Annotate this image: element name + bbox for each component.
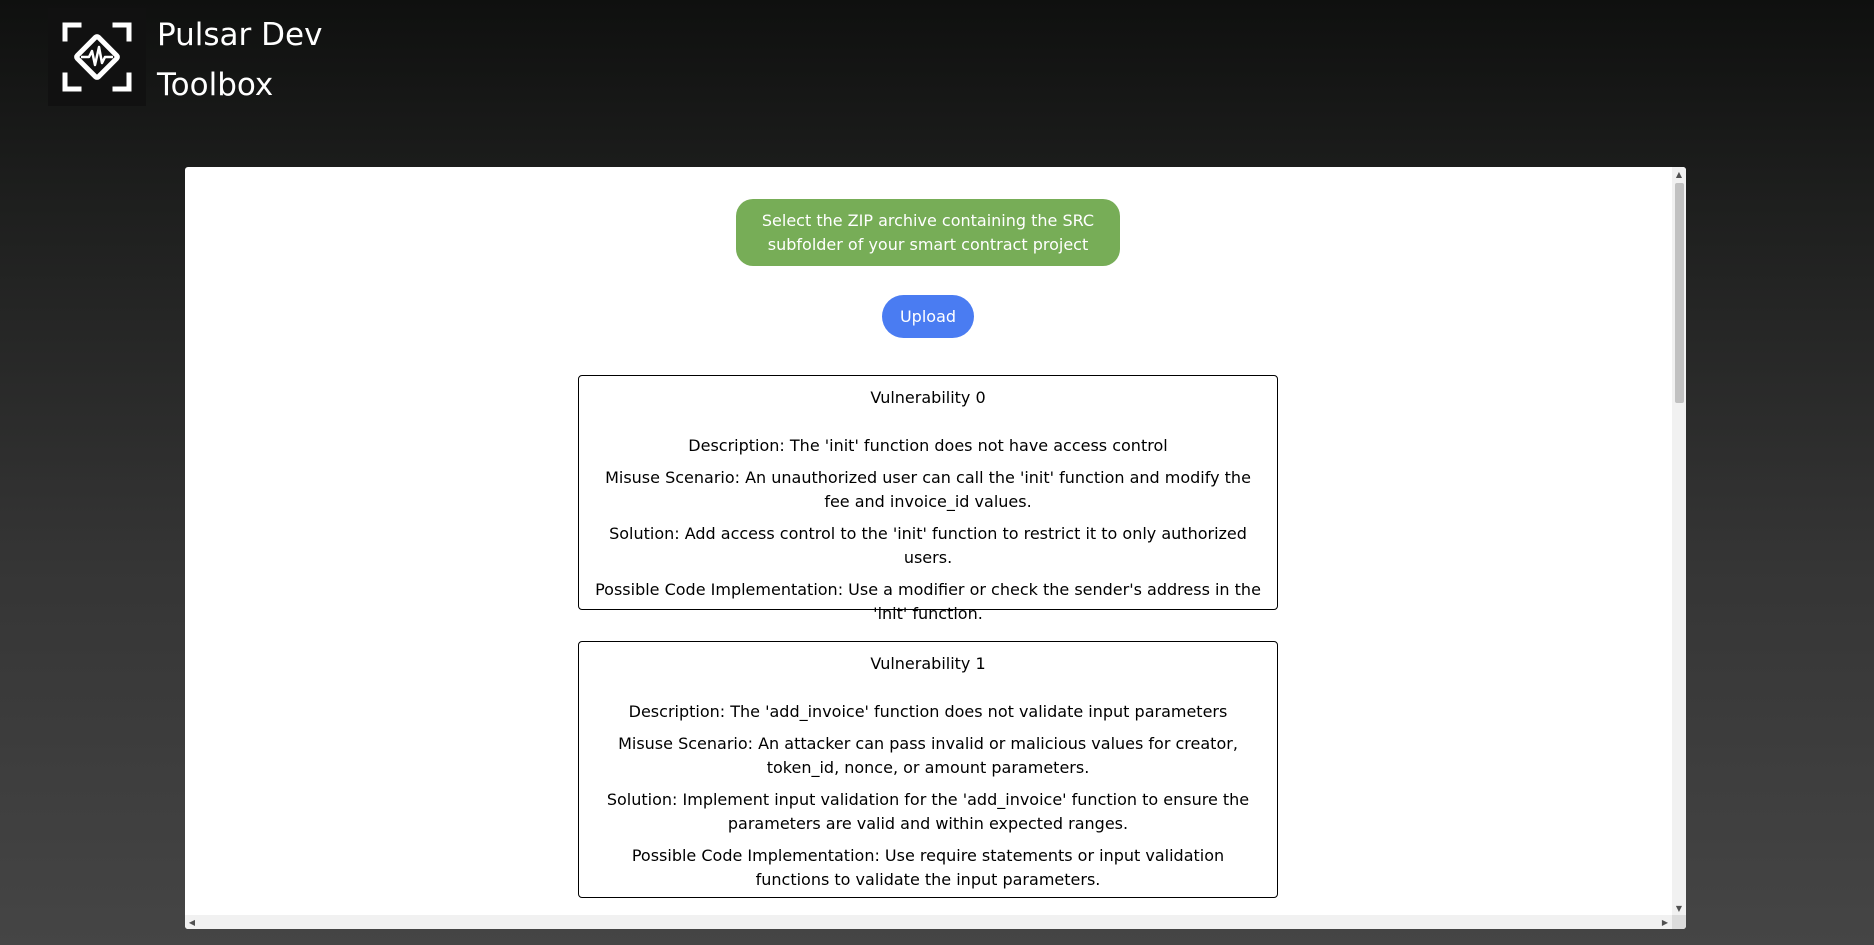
logo[interactable] (48, 8, 146, 106)
app-title-line1: Pulsar Dev (157, 17, 323, 53)
vulnerability-code: Possible Code Implementation: Use a modi… (595, 580, 1261, 623)
scroll-up-arrow-icon[interactable]: ▲ (1672, 167, 1686, 181)
vertical-scrollbar[interactable]: ▲ ▼ (1672, 167, 1686, 915)
scrollbar-corner (1672, 915, 1686, 929)
vulnerability-title: Vulnerability 0 (870, 388, 986, 407)
vulnerability-description: Description: The 'add_invoice' function … (628, 702, 1228, 721)
app-title-line2: Toolbox (157, 67, 274, 103)
vulnerability-code: Possible Code Implementation: Use requir… (631, 846, 1225, 889)
scroll-down-arrow-icon[interactable]: ▼ (1672, 901, 1686, 915)
upload-hint: Select the ZIP archive containing the SR… (736, 199, 1120, 266)
vulnerability-misuse: Misuse Scenario: An unauthorized user ca… (605, 468, 1251, 511)
pulse-diamond-icon (62, 22, 132, 92)
vulnerability-misuse: Misuse Scenario: An attacker can pass in… (618, 734, 1238, 777)
vulnerability-solution: Solution: Add access control to the 'ini… (609, 524, 1247, 567)
horizontal-scrollbar[interactable]: ◀ ▶ (185, 915, 1672, 929)
vertical-scroll-thumb[interactable] (1675, 183, 1684, 403)
vulnerability-description: Description: The 'init' function does no… (688, 436, 1168, 455)
scroll-right-arrow-icon[interactable]: ▶ (1658, 915, 1672, 929)
vulnerability-title: Vulnerability 1 (870, 654, 986, 673)
app-title: Pulsar Dev Toolbox (157, 10, 322, 110)
vulnerability-card: Vulnerability 1 Description: The 'add_in… (578, 641, 1278, 898)
panel-content: Select the ZIP archive containing the SR… (185, 167, 1672, 915)
upload-button[interactable]: Upload (882, 295, 974, 338)
main-panel: Select the ZIP archive containing the SR… (185, 167, 1686, 929)
vulnerability-solution: Solution: Implement input validation for… (606, 790, 1250, 833)
vulnerability-card: Vulnerability 0 Description: The 'init' … (578, 375, 1278, 623)
scroll-left-arrow-icon[interactable]: ◀ (185, 915, 199, 929)
